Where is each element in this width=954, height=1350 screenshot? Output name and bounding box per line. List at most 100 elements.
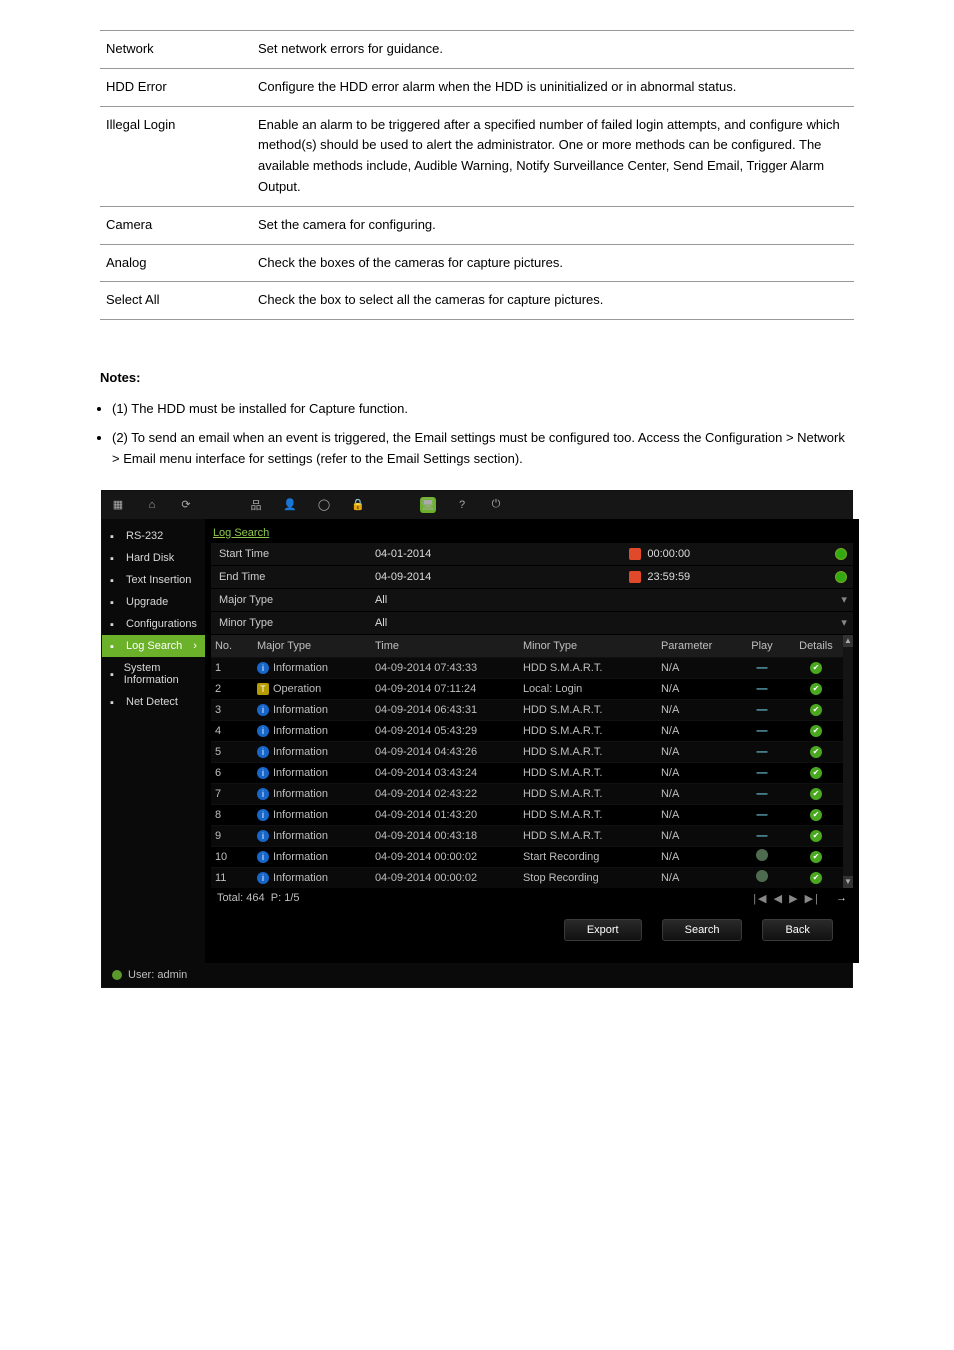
sidebar-item-text[interactable]: ▪ Text Insertion <box>102 569 205 591</box>
results-body: 1iInformation04-09-2014 07:43:33HDD S.M.… <box>211 657 843 888</box>
calendar-icon <box>629 571 641 583</box>
details-icon[interactable]: ✔ <box>810 872 822 884</box>
results-header: No. Major Type Time Minor Type Parameter… <box>211 635 843 657</box>
chevron-down-icon: ▾ <box>841 593 847 606</box>
bullet-icon: ▪ <box>110 641 120 651</box>
no-play-icon: — <box>756 788 767 800</box>
total-count: Total: 464 <box>217 892 265 904</box>
bullet-icon: ▪ <box>110 575 120 585</box>
status-bar: User: admin <box>102 963 852 987</box>
start-time-label: Start Time <box>211 548 369 560</box>
no-play-icon: — <box>756 767 767 779</box>
info-chip-icon: i <box>257 704 269 716</box>
no-play-icon: — <box>756 830 767 842</box>
info-chip-icon: i <box>257 662 269 674</box>
play-icon[interactable] <box>756 849 768 861</box>
option-desc: Enable an alarm to be triggered after a … <box>252 106 854 206</box>
details-icon[interactable]: ✔ <box>810 725 822 737</box>
end-date-field[interactable]: 04-09-2014 <box>369 571 623 583</box>
lock-icon[interactable]: 🔒 <box>350 497 366 513</box>
details-icon[interactable]: ✔ <box>810 809 822 821</box>
sidebar-item-sysinfo[interactable]: ▪System Information <box>102 657 205 691</box>
disc-icon[interactable]: ◯ <box>316 497 332 513</box>
table-row[interactable]: 5iInformation04-09-2014 04:43:26HDD S.M.… <box>211 741 843 762</box>
info-chip-icon: i <box>257 746 269 758</box>
table-row[interactable]: 7iInformation04-09-2014 02:43:22HDD S.M.… <box>211 783 843 804</box>
start-time-field[interactable]: 00:00:00 <box>623 548 853 560</box>
bullet-icon: ▪ <box>110 697 120 707</box>
details-icon[interactable]: ✔ <box>810 746 822 758</box>
back-button[interactable]: Back <box>762 919 832 941</box>
no-play-icon: — <box>756 746 767 758</box>
sidebar: ▪RS-232▪Hard Disk ▪ Text Insertion ▪Upgrade… <box>102 519 205 963</box>
table-row[interactable]: 11iInformation04-09-2014 00:00:02Stop Re… <box>211 867 843 888</box>
option-desc: Set the camera for configuring. <box>252 206 854 244</box>
major-type-select[interactable]: All▾ <box>369 593 853 606</box>
details-icon[interactable]: ✔ <box>810 704 822 716</box>
minor-type-select[interactable]: All▾ <box>369 616 853 629</box>
info-chip-icon: i <box>257 725 269 737</box>
minor-type-label: Minor Type <box>211 617 369 629</box>
scrollbar[interactable]: ▲ ▼ <box>843 635 853 888</box>
scroll-down-icon[interactable]: ▼ <box>843 876 853 888</box>
details-icon[interactable]: ✔ <box>810 662 822 674</box>
table-row[interactable]: 1iInformation04-09-2014 07:43:33HDD S.M.… <box>211 657 843 678</box>
pager-nav[interactable]: |◀ ◀ ▶ ▶| <box>753 892 820 905</box>
no-play-icon: — <box>756 725 767 737</box>
table-row[interactable]: 9iInformation04-09-2014 00:43:18HDD S.M.… <box>211 825 843 846</box>
end-time-field[interactable]: 23:59:59 <box>623 571 853 583</box>
chevron-down-icon: ▾ <box>841 616 847 629</box>
record-dot-icon <box>835 571 847 583</box>
monitor-icon[interactable]: 🖥 <box>420 497 436 513</box>
pagination: Total: 464 P: 1/5 |◀ ◀ ▶ ▶| → <box>211 888 853 909</box>
refresh-icon[interactable]: ⟳ <box>178 497 194 513</box>
sidebar-item-netdet[interactable]: ▪ Net Detect <box>102 691 205 713</box>
details-icon[interactable]: ✔ <box>810 767 822 779</box>
table-row[interactable]: 4iInformation04-09-2014 05:43:29HDD S.M.… <box>211 720 843 741</box>
tree-icon[interactable]: 品 <box>248 497 264 513</box>
play-icon[interactable] <box>756 870 768 882</box>
option-name: Network <box>100 31 252 69</box>
table-row[interactable]: 10iInformation04-09-2014 00:00:02Start R… <box>211 846 843 867</box>
option-name: HDD Error <box>100 68 252 106</box>
search-button[interactable]: Search <box>662 919 743 941</box>
bullet-icon: ▪ <box>110 669 118 679</box>
table-row[interactable]: 2TOperation04-09-2014 07:11:24Local: Log… <box>211 678 843 699</box>
top-toolbar: ▦ ⌂ ⟳ 品 👤 ◯ 🔒 🖥 ? ⏻ <box>102 491 852 519</box>
no-play-icon: — <box>756 662 767 674</box>
details-icon[interactable]: ✔ <box>810 851 822 863</box>
table-row[interactable]: 3iInformation04-09-2014 06:43:31HDD S.M.… <box>211 699 843 720</box>
sidebar-item-configs[interactable]: ▪Configurations <box>102 613 205 635</box>
table-row[interactable]: 6iInformation04-09-2014 03:43:24HDD S.M.… <box>211 762 843 783</box>
chevron-right-icon: › <box>193 640 197 652</box>
app-window: ▦ ⌂ ⟳ 品 👤 ◯ 🔒 🖥 ? ⏻ ▪RS-232▪Hard Disk ▪ Te… <box>101 490 853 988</box>
start-date-field[interactable]: 04-01-2014 <box>369 548 623 560</box>
details-icon[interactable]: ✔ <box>810 683 822 695</box>
option-name: Select All <box>100 282 252 320</box>
table-row[interactable]: 8iInformation04-09-2014 01:43:20HDD S.M.… <box>211 804 843 825</box>
sidebar-item-rs232[interactable]: ▪RS-232 <box>102 525 205 547</box>
sidebar-item-label: Net Detect <box>126 696 178 708</box>
sidebar-item-label: Text Insertion <box>126 574 191 586</box>
sidebar-item-upgrade[interactable]: ▪Upgrade <box>102 591 205 613</box>
details-icon[interactable]: ✔ <box>810 830 822 842</box>
main-panel: Log Search Start Time 04-01-2014 00:00:0… <box>205 519 859 963</box>
export-button[interactable]: Export <box>564 919 642 941</box>
help-icon[interactable]: ? <box>454 497 470 513</box>
option-desc: Configure the HDD error alarm when the H… <box>252 68 854 106</box>
status-user: User: admin <box>128 969 187 981</box>
option-name: Illegal Login <box>100 106 252 206</box>
details-icon[interactable]: ✔ <box>810 788 822 800</box>
option-desc: Check the boxes of the cameras for captu… <box>252 244 854 282</box>
sidebar-item-log[interactable]: ▪Log Search› <box>102 635 205 657</box>
tab-log-search[interactable]: Log Search <box>213 527 853 539</box>
bullet-icon: ▪ <box>110 531 120 541</box>
scroll-up-icon[interactable]: ▲ <box>843 635 853 647</box>
user-icon[interactable]: 👤 <box>282 497 298 513</box>
device-icon[interactable]: ⌂ <box>144 497 160 513</box>
sidebar-item-hdd[interactable]: ▪Hard Disk <box>102 547 205 569</box>
grid-icon[interactable]: ▦ <box>110 497 126 513</box>
bullet-icon: ▪ <box>110 619 120 629</box>
power-icon[interactable]: ⏻ <box>488 497 504 513</box>
goto-arrow-icon[interactable]: → <box>836 892 847 904</box>
